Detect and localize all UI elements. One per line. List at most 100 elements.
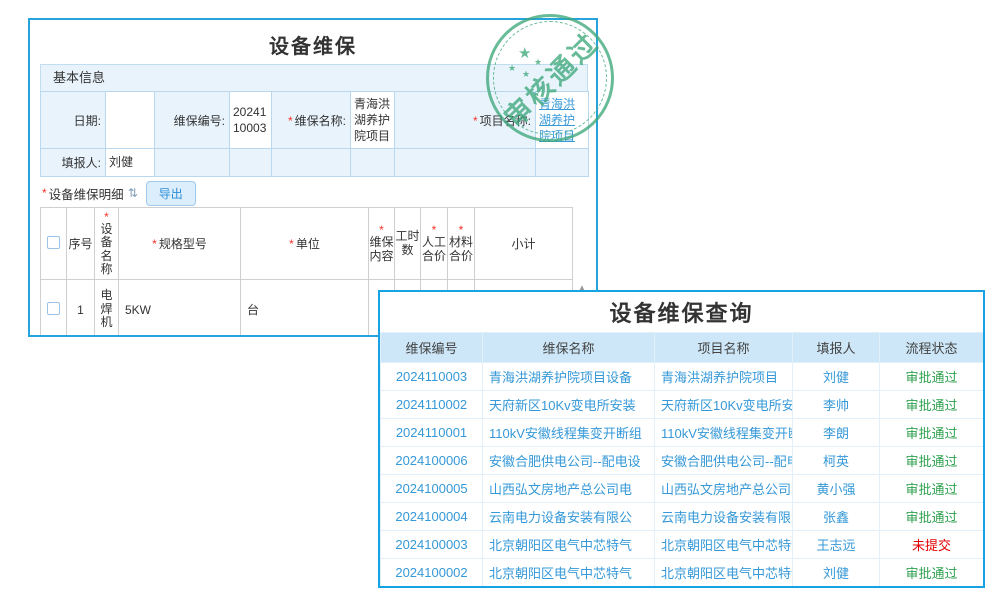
maint-no-link[interactable]: 2024100004 xyxy=(381,503,483,531)
col-maint-no: 维保编号 xyxy=(381,333,483,363)
reporter-cell[interactable]: 柯英 xyxy=(793,447,880,475)
status-cell: 审批通过 xyxy=(880,559,984,587)
seq-cell: 1 xyxy=(67,280,95,338)
sort-icon[interactable]: ⇅ xyxy=(128,186,138,200)
maint-name-link[interactable]: 北京朝阳区电气中芯特气 xyxy=(483,531,655,559)
project-name-label: *项目名称: xyxy=(395,92,536,149)
required-mark: * xyxy=(152,237,157,251)
maint-name-link[interactable]: 安徽合肥供电公司--配电设 xyxy=(483,447,655,475)
query-title: 设备维保查询 xyxy=(380,292,983,332)
maint-no-link[interactable]: 2024100006 xyxy=(381,447,483,475)
unit-cell: 台 xyxy=(241,280,369,338)
select-all-cell xyxy=(41,208,67,280)
empty-cell xyxy=(536,149,589,177)
reporter-cell[interactable]: 黄小强 xyxy=(793,475,880,503)
status-cell: 审批通过 xyxy=(880,419,984,447)
table-row: 2024100002 北京朝阳区电气中芯特气 北京朝阳区电气中芯特气 刘健 审批… xyxy=(381,559,984,587)
table-row: 2024100004 云南电力设备安装有限公 云南电力设备安装有限公 张鑫 审批… xyxy=(381,503,984,531)
maint-name-value: 青海洪湖养护院项目 xyxy=(351,92,395,149)
col-hours: 工时数 xyxy=(395,208,421,280)
maint-no-link[interactable]: 2024100002 xyxy=(381,559,483,587)
table-row: 2024100006 安徽合肥供电公司--配电设 安徽合肥供电公司--配电设 柯… xyxy=(381,447,984,475)
date-field[interactable] xyxy=(106,92,155,149)
reporter-label: 填报人: xyxy=(41,149,106,177)
project-name-link[interactable]: 云南电力设备安装有限公 xyxy=(655,503,793,531)
col-material: *材料合价 xyxy=(448,208,475,280)
col-unit: *单位 xyxy=(241,208,369,280)
reporter-cell[interactable]: 刘健 xyxy=(793,559,880,587)
device-name-cell: 电焊机 xyxy=(95,280,119,338)
maint-name-link[interactable]: 110kV安徽线程集变开断组 xyxy=(483,419,655,447)
reporter-value: 刘健 xyxy=(106,149,155,177)
status-cell: 审批通过 xyxy=(880,475,984,503)
status-cell: 审批通过 xyxy=(880,363,984,391)
project-name-link[interactable]: 青海洪湖养护院项目 xyxy=(655,363,793,391)
col-status: 流程状态 xyxy=(880,333,984,363)
empty-cell xyxy=(351,149,395,177)
maint-no-link[interactable]: 2024100005 xyxy=(381,475,483,503)
status-cell: 审批通过 xyxy=(880,503,984,531)
reporter-cell[interactable]: 李帅 xyxy=(793,391,880,419)
reporter-cell[interactable]: 张鑫 xyxy=(793,503,880,531)
basic-info-section-header: 基本信息 xyxy=(40,64,588,92)
maint-no-link[interactable]: 2024110001 xyxy=(381,419,483,447)
form-title: 设备维保 xyxy=(30,30,596,59)
date-label: 日期: xyxy=(41,92,106,149)
maintenance-query-panel: 设备维保查询 维保编号 维保名称 项目名称 填报人 流程状态 202411000… xyxy=(378,290,985,588)
status-cell: 未提交 xyxy=(880,531,984,559)
project-name-link[interactable]: 山西弘文房地产总公司电 xyxy=(655,475,793,503)
col-maint-name: 维保名称 xyxy=(483,333,655,363)
reporter-cell[interactable]: 刘健 xyxy=(793,363,880,391)
detail-section-header: * 设备维保明细 ⇅ 导出 xyxy=(42,180,582,206)
maint-no-label: 维保编号: xyxy=(155,92,230,149)
reporter-cell[interactable]: 王志远 xyxy=(793,531,880,559)
col-seq: 序号 xyxy=(67,208,95,280)
table-row: 2024110003 青海洪湖养护院项目设备 青海洪湖养护院项目 刘健 审批通过 xyxy=(381,363,984,391)
project-link[interactable]: 青海洪湖养护院项目 xyxy=(539,97,575,143)
empty-cell xyxy=(155,149,230,177)
col-reporter: 填报人 xyxy=(793,333,880,363)
maint-name-link[interactable]: 北京朝阳区电气中芯特气 xyxy=(483,559,655,587)
project-name-link[interactable]: 安徽合肥供电公司--配电设 xyxy=(655,447,793,475)
empty-cell xyxy=(272,149,351,177)
reporter-cell[interactable]: 李朗 xyxy=(793,419,880,447)
maint-no-link[interactable]: 2024110002 xyxy=(381,391,483,419)
status-cell: 审批通过 xyxy=(880,447,984,475)
row-select-cell xyxy=(41,280,67,338)
project-name-cell: 青海洪湖养护院项目 xyxy=(536,92,589,149)
col-content: *维保内容 xyxy=(369,208,395,280)
required-mark: * xyxy=(288,114,293,128)
table-row: 2024100005 山西弘文房地产总公司电 山西弘文房地产总公司电 黄小强 审… xyxy=(381,475,984,503)
detail-section-label: 设备维保明细 xyxy=(49,184,124,203)
maint-no-value: 2024110003 xyxy=(230,92,272,149)
maint-name-link[interactable]: 山西弘文房地产总公司电 xyxy=(483,475,655,503)
project-name-link[interactable]: 北京朝阳区电气中芯特气 xyxy=(655,559,793,587)
project-name-link[interactable]: 天府新区10Kv变电所安装 xyxy=(655,391,793,419)
status-cell: 审批通过 xyxy=(880,391,984,419)
empty-cell xyxy=(395,149,536,177)
col-labor: *人工合价 xyxy=(421,208,448,280)
basic-info-grid: 日期: 维保编号: 2024110003 *维保名称: 青海洪湖养护院项目 *项… xyxy=(40,91,589,177)
model-cell: 5KW xyxy=(119,280,241,338)
empty-cell xyxy=(230,149,272,177)
export-button[interactable]: 导出 xyxy=(146,181,196,206)
maint-name-label: *维保名称: xyxy=(272,92,351,149)
col-device-name: *设备名称 xyxy=(95,208,119,280)
table-row: 2024110002 天府新区10Kv变电所安装 天府新区10Kv变电所安装 李… xyxy=(381,391,984,419)
maint-name-link[interactable]: 青海洪湖养护院项目设备 xyxy=(483,363,655,391)
table-row: 2024110001 110kV安徽线程集变开断组 110kV安徽线程集变开断组… xyxy=(381,419,984,447)
select-all-checkbox[interactable] xyxy=(47,236,60,249)
col-project-name: 项目名称 xyxy=(655,333,793,363)
maint-no-link[interactable]: 2024100003 xyxy=(381,531,483,559)
maint-name-link[interactable]: 天府新区10Kv变电所安装 xyxy=(483,391,655,419)
project-name-link[interactable]: 北京朝阳区电气中芯特气 xyxy=(655,531,793,559)
project-name-link[interactable]: 110kV安徽线程集变开断组 xyxy=(655,419,793,447)
required-mark: * xyxy=(473,114,478,128)
required-mark: * xyxy=(289,237,294,251)
maint-name-link[interactable]: 云南电力设备安装有限公 xyxy=(483,503,655,531)
required-mark: * xyxy=(42,186,47,200)
query-header-row: 维保编号 维保名称 项目名称 填报人 流程状态 xyxy=(381,333,984,363)
maint-no-link[interactable]: 2024110003 xyxy=(381,363,483,391)
table-row: 2024100003 北京朝阳区电气中芯特气 北京朝阳区电气中芯特气 王志远 未… xyxy=(381,531,984,559)
row-checkbox[interactable] xyxy=(47,302,60,315)
